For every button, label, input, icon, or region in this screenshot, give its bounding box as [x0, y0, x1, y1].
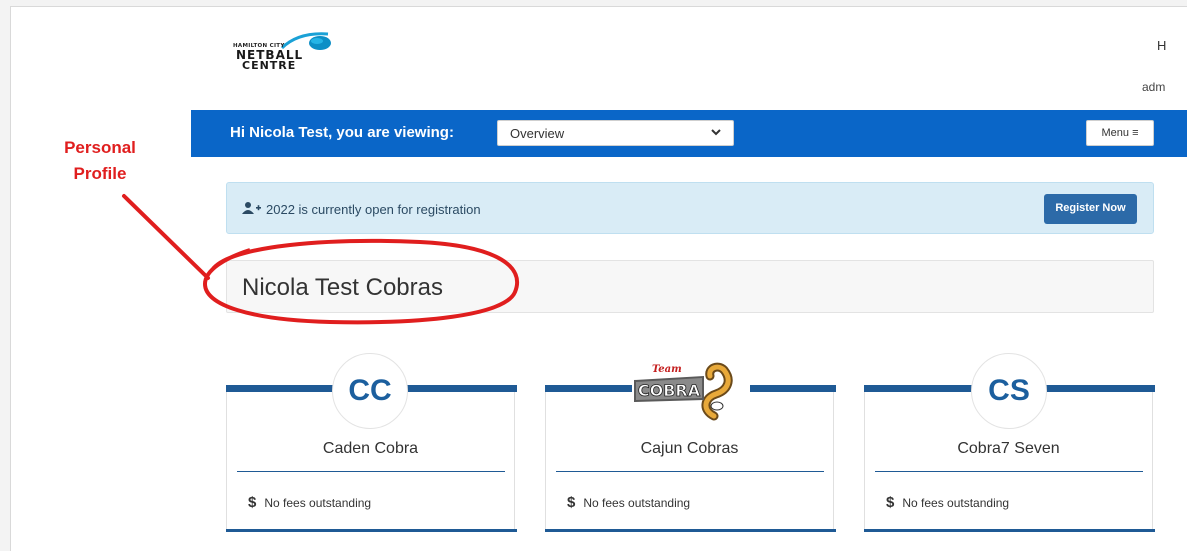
dollar-icon: $	[567, 494, 576, 511]
card-divider	[556, 471, 824, 472]
dollar-icon: $	[248, 494, 257, 511]
fee-text: No fees outstanding	[583, 496, 691, 510]
annotation-line2: Profile	[73, 164, 127, 183]
add-user-icon	[242, 202, 261, 214]
annotation-line1: Personal	[64, 138, 136, 157]
admin-link[interactable]: adm	[1142, 80, 1187, 94]
annotation-label: Personal Profile	[45, 135, 155, 187]
site-logo[interactable]: HAMILTON CITY NETBALL CENTRE	[228, 30, 338, 78]
avatar-initials: CC	[332, 353, 408, 429]
card-title: Cobra7 Seven	[957, 440, 1060, 457]
dollar-icon: $	[886, 494, 895, 511]
card-bottom-bar	[226, 529, 517, 532]
card-fee-status: $ No fees outstanding	[567, 494, 690, 511]
viewing-select[interactable]: Overview	[497, 120, 734, 146]
card-title: Caden Cobra	[322, 440, 419, 457]
logo-small-word: Team	[652, 364, 682, 375]
chevron-down-icon	[711, 129, 721, 136]
main-navbar: Hi Nicola Test, you are viewing: Overvie…	[191, 110, 1187, 157]
profile-name: Nicola Test Cobras	[242, 274, 443, 301]
card-divider	[237, 471, 505, 472]
fee-text: No fees outstanding	[264, 496, 372, 510]
greeting-text: Hi Nicola Test, you are viewing:	[230, 124, 454, 141]
registration-alert: 2022 is currently open for registration …	[226, 182, 1154, 234]
fee-text: No fees outstanding	[902, 496, 1010, 510]
menu-button[interactable]: Menu ≡	[1086, 120, 1154, 146]
top-right-label[interactable]: H	[1157, 38, 1166, 53]
avatar-initials: CS	[971, 353, 1047, 429]
card-bottom-bar	[864, 529, 1155, 532]
card-bottom-bar	[545, 529, 836, 532]
card-fee-status: $ No fees outstanding	[248, 494, 371, 511]
profile-header: Nicola Test Cobras	[226, 260, 1154, 313]
card-divider	[875, 471, 1143, 472]
logo-line3: CENTRE	[242, 59, 297, 72]
viewing-select-value: Overview	[510, 126, 565, 141]
logo-word: COBRA	[638, 381, 701, 400]
registration-text: 2022 is currently open for registration	[266, 202, 481, 217]
card-fee-status: $ No fees outstanding	[886, 494, 1009, 511]
card-title: Cajun Cobras	[640, 440, 739, 457]
register-now-button[interactable]: Register Now	[1044, 194, 1137, 224]
team-cobra-logo-icon: COBRA Team	[632, 362, 750, 421]
team-cobra-logo: COBRA Team	[632, 358, 750, 424]
